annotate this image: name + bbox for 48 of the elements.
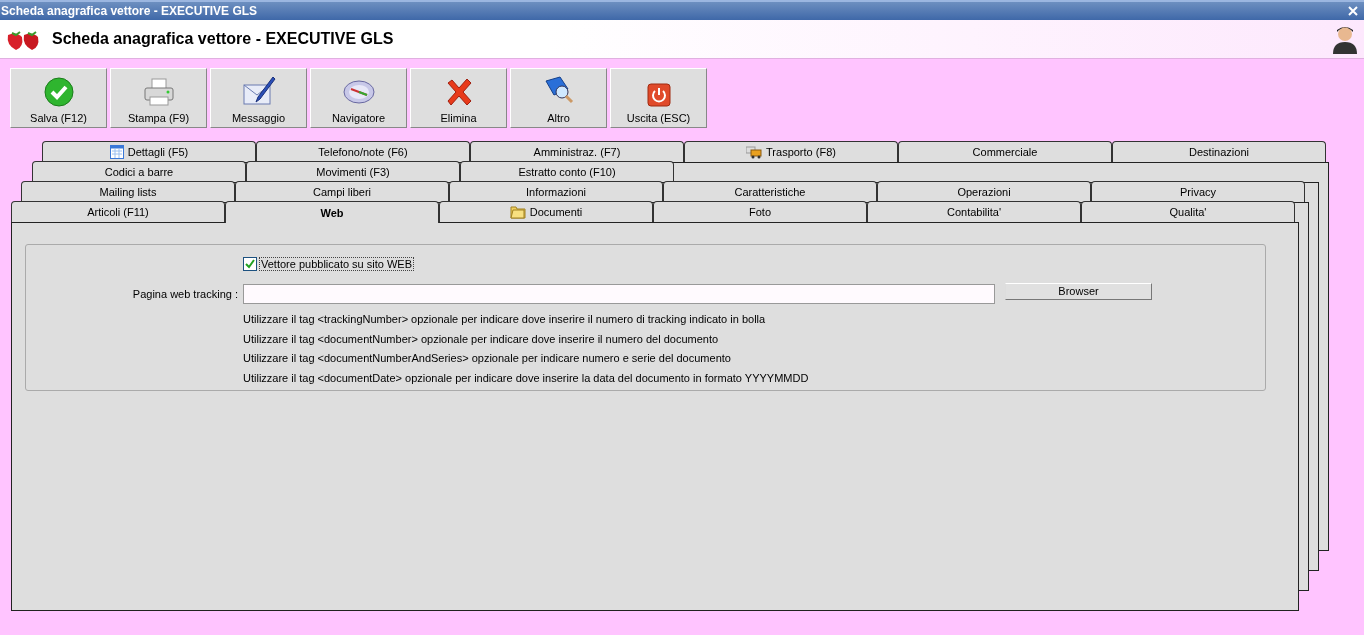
tab[interactable]: Qualita' <box>1081 201 1295 222</box>
toolbar-button[interactable]: Altro <box>510 68 607 128</box>
toolbar-button[interactable]: Messaggio <box>210 68 307 128</box>
calendar-icon <box>109 145 124 159</box>
checkmark-icon <box>43 77 74 107</box>
help-text: Utilizzare il tag <documentDate> opzionale per indicare dove inserire la data del documento in formato YYYYMMDD <box>243 370 810 386</box>
toolbar-button[interactable]: Uscita (ESC) <box>610 68 707 128</box>
tab[interactable]: Privacy <box>1091 181 1305 202</box>
help-text: Utilizzare il tag <trackingNumber> opzionale per indicare dove inserire il numero di tracking indicato in bolla <box>243 312 767 328</box>
tab[interactable]: Documenti <box>439 201 653 222</box>
printer-icon <box>141 77 176 107</box>
tab[interactable]: Amministraz. (F7) <box>470 141 684 162</box>
tab[interactable]: Informazioni <box>449 181 663 202</box>
tab[interactable]: Web <box>225 201 439 223</box>
tab[interactable]: Commerciale <box>898 141 1112 162</box>
help-text: Utilizzare il tag <documentNumberAndSeries> opzionale per indicare numero e serie del documento <box>243 351 732 367</box>
compass-icon <box>341 77 376 107</box>
truck-icon <box>746 145 763 159</box>
tab[interactable]: Dettagli (F5) <box>42 141 256 162</box>
tab[interactable]: Destinazioni <box>1112 141 1326 162</box>
toolbar-button[interactable]: Stampa (F9) <box>110 68 207 128</box>
field-label: Pagina web tracking : <box>131 288 239 301</box>
tab[interactable]: Trasporto (F8) <box>684 141 898 162</box>
help-text: Utilizzare il tag <documentNumber> opzionale per indicare dove inserire il numero del documento <box>243 331 720 347</box>
toolbar-button[interactable]: Navigatore <box>310 68 407 128</box>
tab[interactable]: Telefono/note (F6) <box>256 141 470 162</box>
envelope-pen-icon <box>241 75 276 107</box>
window-title: Scheda anagrafica vettore - EXECUTIVE GLS <box>0 4 258 18</box>
checkbox-label: Vettore pubblicato su sito WEB <box>259 256 415 271</box>
toolbar-button[interactable]: Salva (F12) <box>10 68 107 128</box>
tab[interactable]: Campi liberi <box>235 181 449 202</box>
checkbox[interactable] <box>243 256 257 271</box>
toolbar-button[interactable]: Elimina <box>410 68 507 128</box>
tab[interactable]: Contabilita' <box>867 201 1081 222</box>
browser-button[interactable]: Browser <box>1005 282 1152 300</box>
page-title: Scheda anagrafica vettore - EXECUTIVE GLS <box>52 30 395 48</box>
tab[interactable]: Operazioni <box>877 181 1091 202</box>
tab[interactable]: Mailing lists <box>21 181 235 202</box>
tab[interactable]: Movimenti (F3) <box>246 161 460 182</box>
tab[interactable]: Caratteristiche <box>663 181 877 202</box>
power-icon <box>646 83 671 107</box>
user-icon[interactable] <box>1332 24 1358 54</box>
tab[interactable]: Codici a barre <box>32 161 246 182</box>
tab[interactable]: Articoli (F11) <box>11 201 225 222</box>
folder-icon <box>509 205 526 219</box>
tab[interactable]: Estratto conto (F10) <box>460 161 674 182</box>
input-field[interactable] <box>243 284 995 305</box>
tab[interactable]: Foto <box>653 201 867 222</box>
